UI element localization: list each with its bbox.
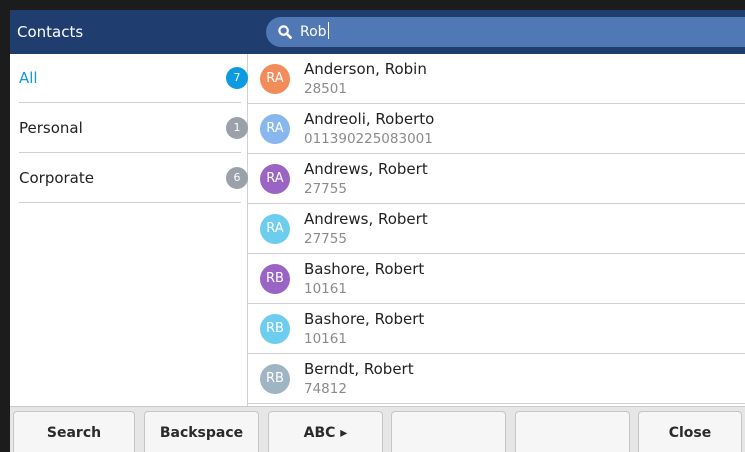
contact-row[interactable]: RB Bashore, Robert 10161 — [248, 304, 745, 354]
contact-name: Bashore, Robert — [304, 310, 425, 328]
contact-number: 27755 — [304, 231, 347, 247]
contact-row[interactable]: RA Andrews, Robert 27755 — [248, 204, 745, 254]
avatar: RA — [260, 64, 290, 94]
softkey-bar: Search Backspace ABC ▸ Close — [10, 406, 745, 452]
search-icon — [278, 25, 292, 39]
contact-number: 27755 — [304, 181, 347, 197]
contact-number: 28501 — [304, 81, 347, 97]
category-label: All — [19, 69, 38, 87]
contact-row[interactable]: RA Anderson, Robin 28501 — [248, 54, 745, 104]
softkey-blank-2[interactable] — [515, 411, 630, 452]
contact-name: Andreoli, Roberto — [304, 110, 435, 128]
category-label: Corporate — [19, 169, 94, 187]
count-badge: 6 — [226, 167, 248, 189]
contact-number: 10161 — [304, 281, 347, 297]
softkey-blank-1[interactable] — [391, 411, 506, 452]
category-item-corporate[interactable]: Corporate 6 — [19, 154, 248, 203]
text-cursor — [327, 22, 329, 39]
backspace-button[interactable]: Backspace — [144, 411, 259, 452]
close-button[interactable]: Close — [638, 411, 742, 452]
search-input-value: Rob — [300, 22, 329, 40]
page-title: Contacts — [17, 23, 84, 41]
avatar: RB — [260, 314, 290, 344]
contact-row[interactable]: RA Andreoli, Roberto 011390225083001 — [248, 104, 745, 154]
avatar: RB — [260, 264, 290, 294]
contact-row[interactable]: RA Andrews, Robert 27755 — [248, 154, 745, 204]
contact-name: Andrews, Robert — [304, 210, 428, 228]
contact-number: 011390225083001 — [304, 131, 433, 147]
avatar: RB — [260, 364, 290, 394]
contacts-screen: Contacts Rob All 7 Personal 1 Corporate … — [10, 10, 745, 452]
search-input[interactable]: Rob — [266, 17, 745, 47]
search-button[interactable]: Search — [13, 411, 135, 452]
avatar: RA — [260, 114, 290, 144]
count-badge: 1 — [226, 117, 248, 139]
category-sidebar: All 7 Personal 1 Corporate 6 — [10, 54, 248, 406]
contact-name: Andrews, Robert — [304, 160, 428, 178]
contact-list: RA Anderson, Robin 28501 RA Andreoli, Ro… — [248, 54, 745, 406]
category-label: Personal — [19, 119, 83, 137]
contact-number: 74812 — [304, 381, 347, 397]
count-badge: 7 — [226, 67, 248, 89]
avatar: RA — [260, 214, 290, 244]
contact-name: Bashore, Robert — [304, 260, 425, 278]
category-item-all[interactable]: All 7 — [19, 54, 248, 103]
abc-button[interactable]: ABC ▸ — [268, 411, 383, 452]
header-bar: Contacts Rob — [10, 10, 745, 54]
contact-row[interactable]: RB Bashore, Robert 10161 — [248, 254, 745, 304]
category-item-personal[interactable]: Personal 1 — [19, 104, 248, 153]
contact-number: 10161 — [304, 331, 347, 347]
contact-name: Anderson, Robin — [304, 60, 427, 78]
contact-name: Berndt, Robert — [304, 360, 414, 378]
avatar: RA — [260, 164, 290, 194]
contact-row[interactable]: RB Berndt, Robert 74812 — [248, 354, 745, 404]
